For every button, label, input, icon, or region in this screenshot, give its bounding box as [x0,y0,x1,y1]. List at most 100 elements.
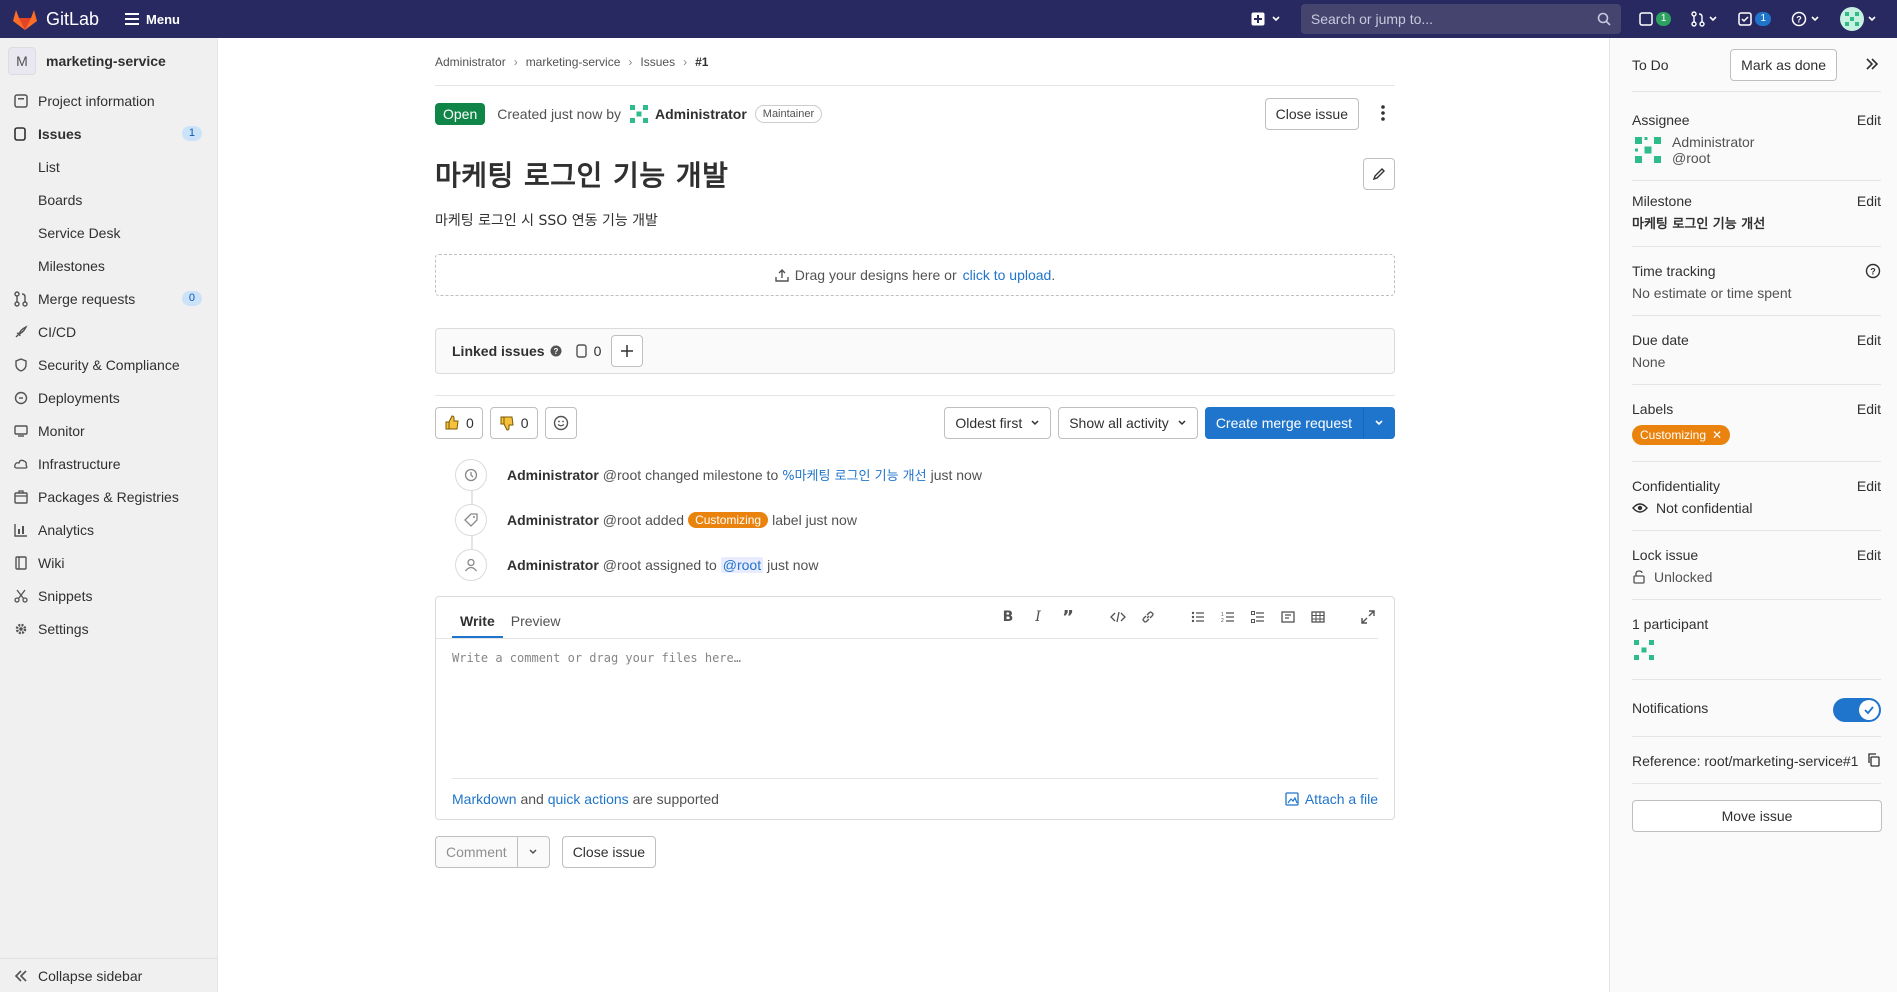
sidebar-item-packages-registries[interactable]: Packages & Registries [0,480,217,513]
collapse-sidebar-button[interactable]: Collapse sidebar [0,958,218,992]
chevron-down-icon [1030,418,1040,428]
project-header-link[interactable]: M marketing-service [0,38,217,84]
sort-order-dropdown[interactable]: Oldest first [944,407,1052,439]
mark-as-done-button[interactable]: Mark as done [1730,48,1837,81]
collapse-right-sidebar-icon[interactable] [1865,57,1879,73]
add-reaction-button[interactable] [544,407,577,439]
breadcrumb-separator: › [513,54,518,69]
comment-type-dropdown[interactable] [517,836,550,868]
assignee-avatar[interactable] [1632,134,1664,166]
user-menu[interactable] [1840,7,1877,31]
tab-write[interactable]: Write [452,613,503,638]
participant-avatar[interactable] [1632,638,1881,665]
create-merge-request-button[interactable]: Create merge request [1204,407,1363,439]
assignee-name[interactable]: Administrator [1672,134,1754,150]
quick-actions-link[interactable]: quick actions [548,791,629,807]
labels-edit-link[interactable]: Edit [1857,401,1881,417]
milestone-link[interactable]: %마케팅 로그인 기능 개선 [782,465,926,484]
notifications-block: Notifications [1632,680,1881,737]
sidebar-item-deployments[interactable]: Deployments [0,381,217,414]
sidebar-item-monitor[interactable]: Monitor [0,414,217,447]
timeline-user[interactable]: Administrator [507,467,599,483]
tab-preview[interactable]: Preview [503,613,569,638]
sidebar-item-cicd[interactable]: CI/CD [0,315,217,348]
sidebar-subitem-milestones[interactable]: Milestones [0,249,217,282]
breadcrumb-item[interactable]: Issues [640,55,675,69]
numbered-list-icon[interactable]: 12 [1218,607,1238,627]
question-circle-icon[interactable]: ? [1865,263,1881,282]
activity-filter-dropdown[interactable]: Show all activity [1058,407,1198,439]
merge-requests-shortcut[interactable] [1691,11,1718,27]
gitlab-logo-link[interactable]: GitLab [12,7,99,31]
collapsible-section-icon[interactable] [1278,607,1298,627]
comment-textarea[interactable]: Write a comment or drag your files here… [452,639,1378,779]
move-issue-button[interactable]: Move issue [1632,800,1882,832]
sidebar-subitem-boards[interactable]: Boards [0,183,217,216]
merge-requests-count-badge: 0 [181,291,202,306]
milestone-value[interactable]: 마케팅 로그인 기능 개선 [1632,213,1881,232]
search-input[interactable]: Search or jump to... [1300,4,1621,34]
new-dropdown-button[interactable] [1251,12,1281,26]
author-name[interactable]: Administrator [655,106,747,122]
click-to-upload-link[interactable]: click to upload [963,267,1052,283]
code-icon[interactable] [1108,607,1128,627]
sidebar-item-settings[interactable]: Settings [0,612,217,645]
table-icon[interactable] [1308,607,1328,627]
breadcrumb-current[interactable]: #1 [695,55,708,69]
edit-title-button[interactable] [1363,158,1395,190]
copy-icon[interactable] [1867,753,1881,770]
add-linked-issue-button[interactable] [611,335,644,367]
todos-shortcut[interactable]: 1 [1738,12,1771,26]
customizing-label-pill[interactable]: Customizing ✕ [1632,425,1731,445]
milestone-edit-link[interactable]: Edit [1857,193,1881,209]
due-date-edit-link[interactable]: Edit [1857,332,1881,348]
sidebar-item-merge-requests[interactable]: Merge requests 0 [0,282,217,315]
sidebar-item-snippets[interactable]: Snippets [0,579,217,612]
sidebar-item-wiki[interactable]: Wiki [0,546,217,579]
confidentiality-edit-link[interactable]: Edit [1857,478,1881,494]
design-dropzone[interactable]: Drag your designs here or click to uploa… [435,254,1395,296]
sidebar-subitem-service-desk[interactable]: Service Desk [0,216,217,249]
sidebar-item-security-compliance[interactable]: Security & Compliance [0,348,217,381]
quote-icon[interactable]: ” [1058,607,1078,628]
link-icon[interactable] [1138,607,1158,627]
breadcrumb-item[interactable]: marketing-service [526,55,621,69]
thumbs-down-button[interactable]: 0 [489,407,538,439]
fullscreen-icon[interactable] [1358,607,1378,627]
thumbs-down-icon [499,415,515,431]
sidebar-subitem-list[interactable]: List [0,150,217,183]
attach-file-button[interactable]: Attach a file [1285,791,1378,807]
notifications-toggle[interactable] [1833,698,1881,722]
lock-issue-edit-link[interactable]: Edit [1857,547,1881,563]
help-dropdown[interactable]: ? [1791,11,1820,27]
remove-label-icon[interactable]: ✕ [1712,428,1722,442]
chart-icon [14,523,30,537]
assignee-edit-link[interactable]: Edit [1857,112,1881,128]
timeline-user[interactable]: Administrator [507,557,599,573]
task-list-icon[interactable] [1248,607,1268,627]
menu-label: Menu [146,11,180,27]
bold-icon[interactable]: B [998,607,1018,627]
thumbs-up-button[interactable]: 0 [435,407,483,439]
menu-button[interactable]: Menu [125,12,180,27]
comment-button[interactable]: Comment [435,836,518,868]
more-actions-kebab-icon[interactable] [1381,104,1385,124]
timeline-user[interactable]: Administrator [507,512,599,528]
breadcrumb-item[interactable]: Administrator [435,55,506,69]
italic-icon[interactable]: I [1028,607,1048,627]
close-issue-button[interactable]: Close issue [1264,98,1359,130]
author-avatar[interactable] [627,102,651,126]
bullet-list-icon[interactable] [1188,607,1208,627]
sidebar-item-issues[interactable]: Issues 1 [0,117,217,150]
sidebar-item-infrastructure[interactable]: Infrastructure [0,447,217,480]
issues-shortcut[interactable]: 1 [1639,12,1672,26]
close-issue-bottom-button[interactable]: Close issue [561,836,657,868]
customizing-label[interactable]: Customizing [688,511,769,528]
markdown-link[interactable]: Markdown [452,791,517,807]
question-circle-icon[interactable]: ? [550,345,562,357]
comment-footer: Markdown and quick actions are supported… [436,779,1394,819]
create-merge-request-dropdown[interactable] [1363,407,1395,439]
user-mention[interactable]: @root [720,556,764,573]
sidebar-item-analytics[interactable]: Analytics [0,513,217,546]
sidebar-item-project-information[interactable]: Project information [0,84,217,117]
